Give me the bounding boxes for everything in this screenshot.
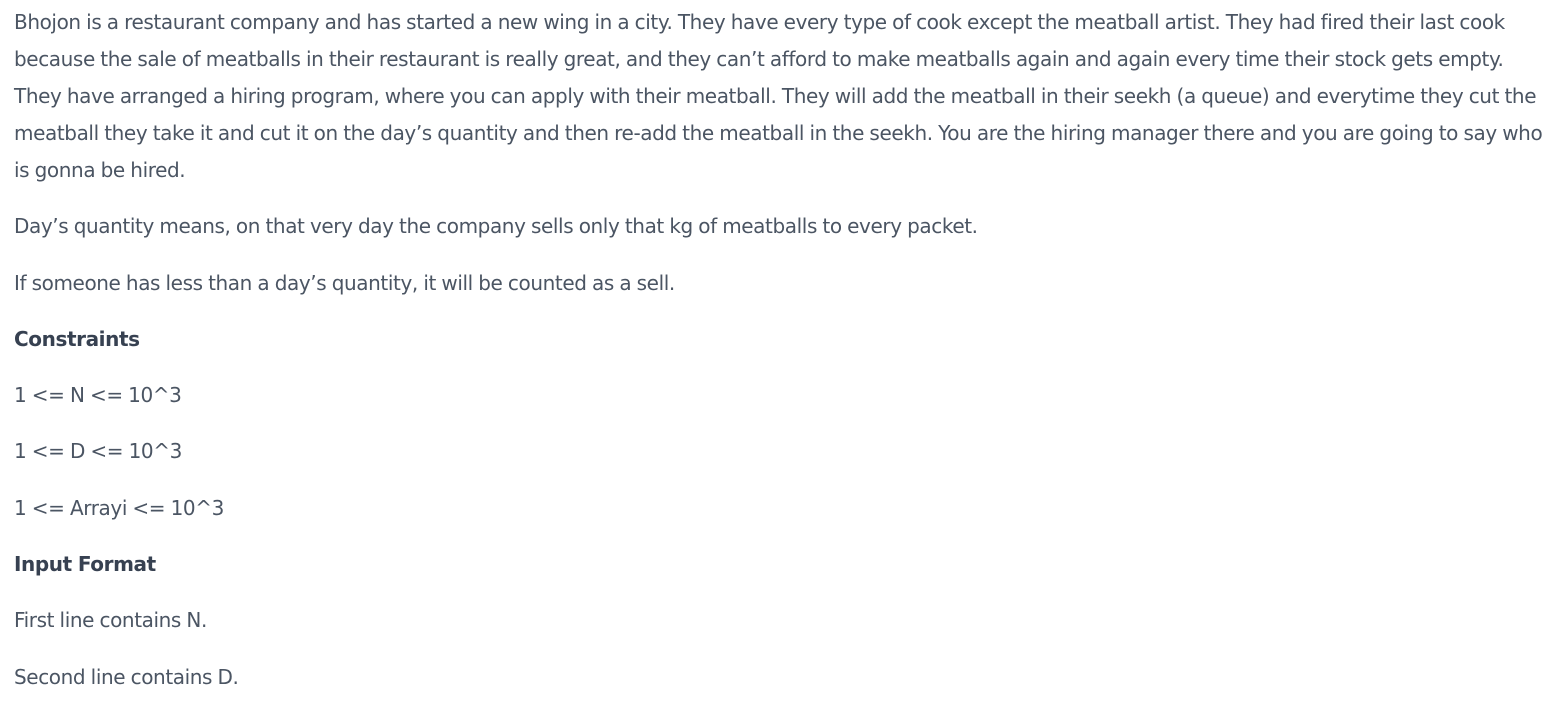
input-format-line-2: Second line contains D. <box>14 665 239 689</box>
constraint-array: 1 <= Arrayi <= 10^3 <box>14 496 224 520</box>
input-format-heading: Input Format <box>14 552 156 576</box>
constraint-d: 1 <= D <= 10^3 <box>14 439 182 463</box>
quantity-definition-text: Day’s quantity means, on that very day t… <box>14 214 978 238</box>
problem-statement: Bhojon is a restaurant company and has s… <box>14 4 1554 716</box>
sell-rule-text: If someone has less than a day’s quantit… <box>14 271 675 295</box>
constraint-n: 1 <= N <= 10^3 <box>14 383 182 407</box>
input-format-line-1: First line contains N. <box>14 608 207 632</box>
constraints-heading: Constraints <box>14 327 140 351</box>
problem-intro-paragraph: Bhojon is a restaurant company and has s… <box>14 10 1543 182</box>
